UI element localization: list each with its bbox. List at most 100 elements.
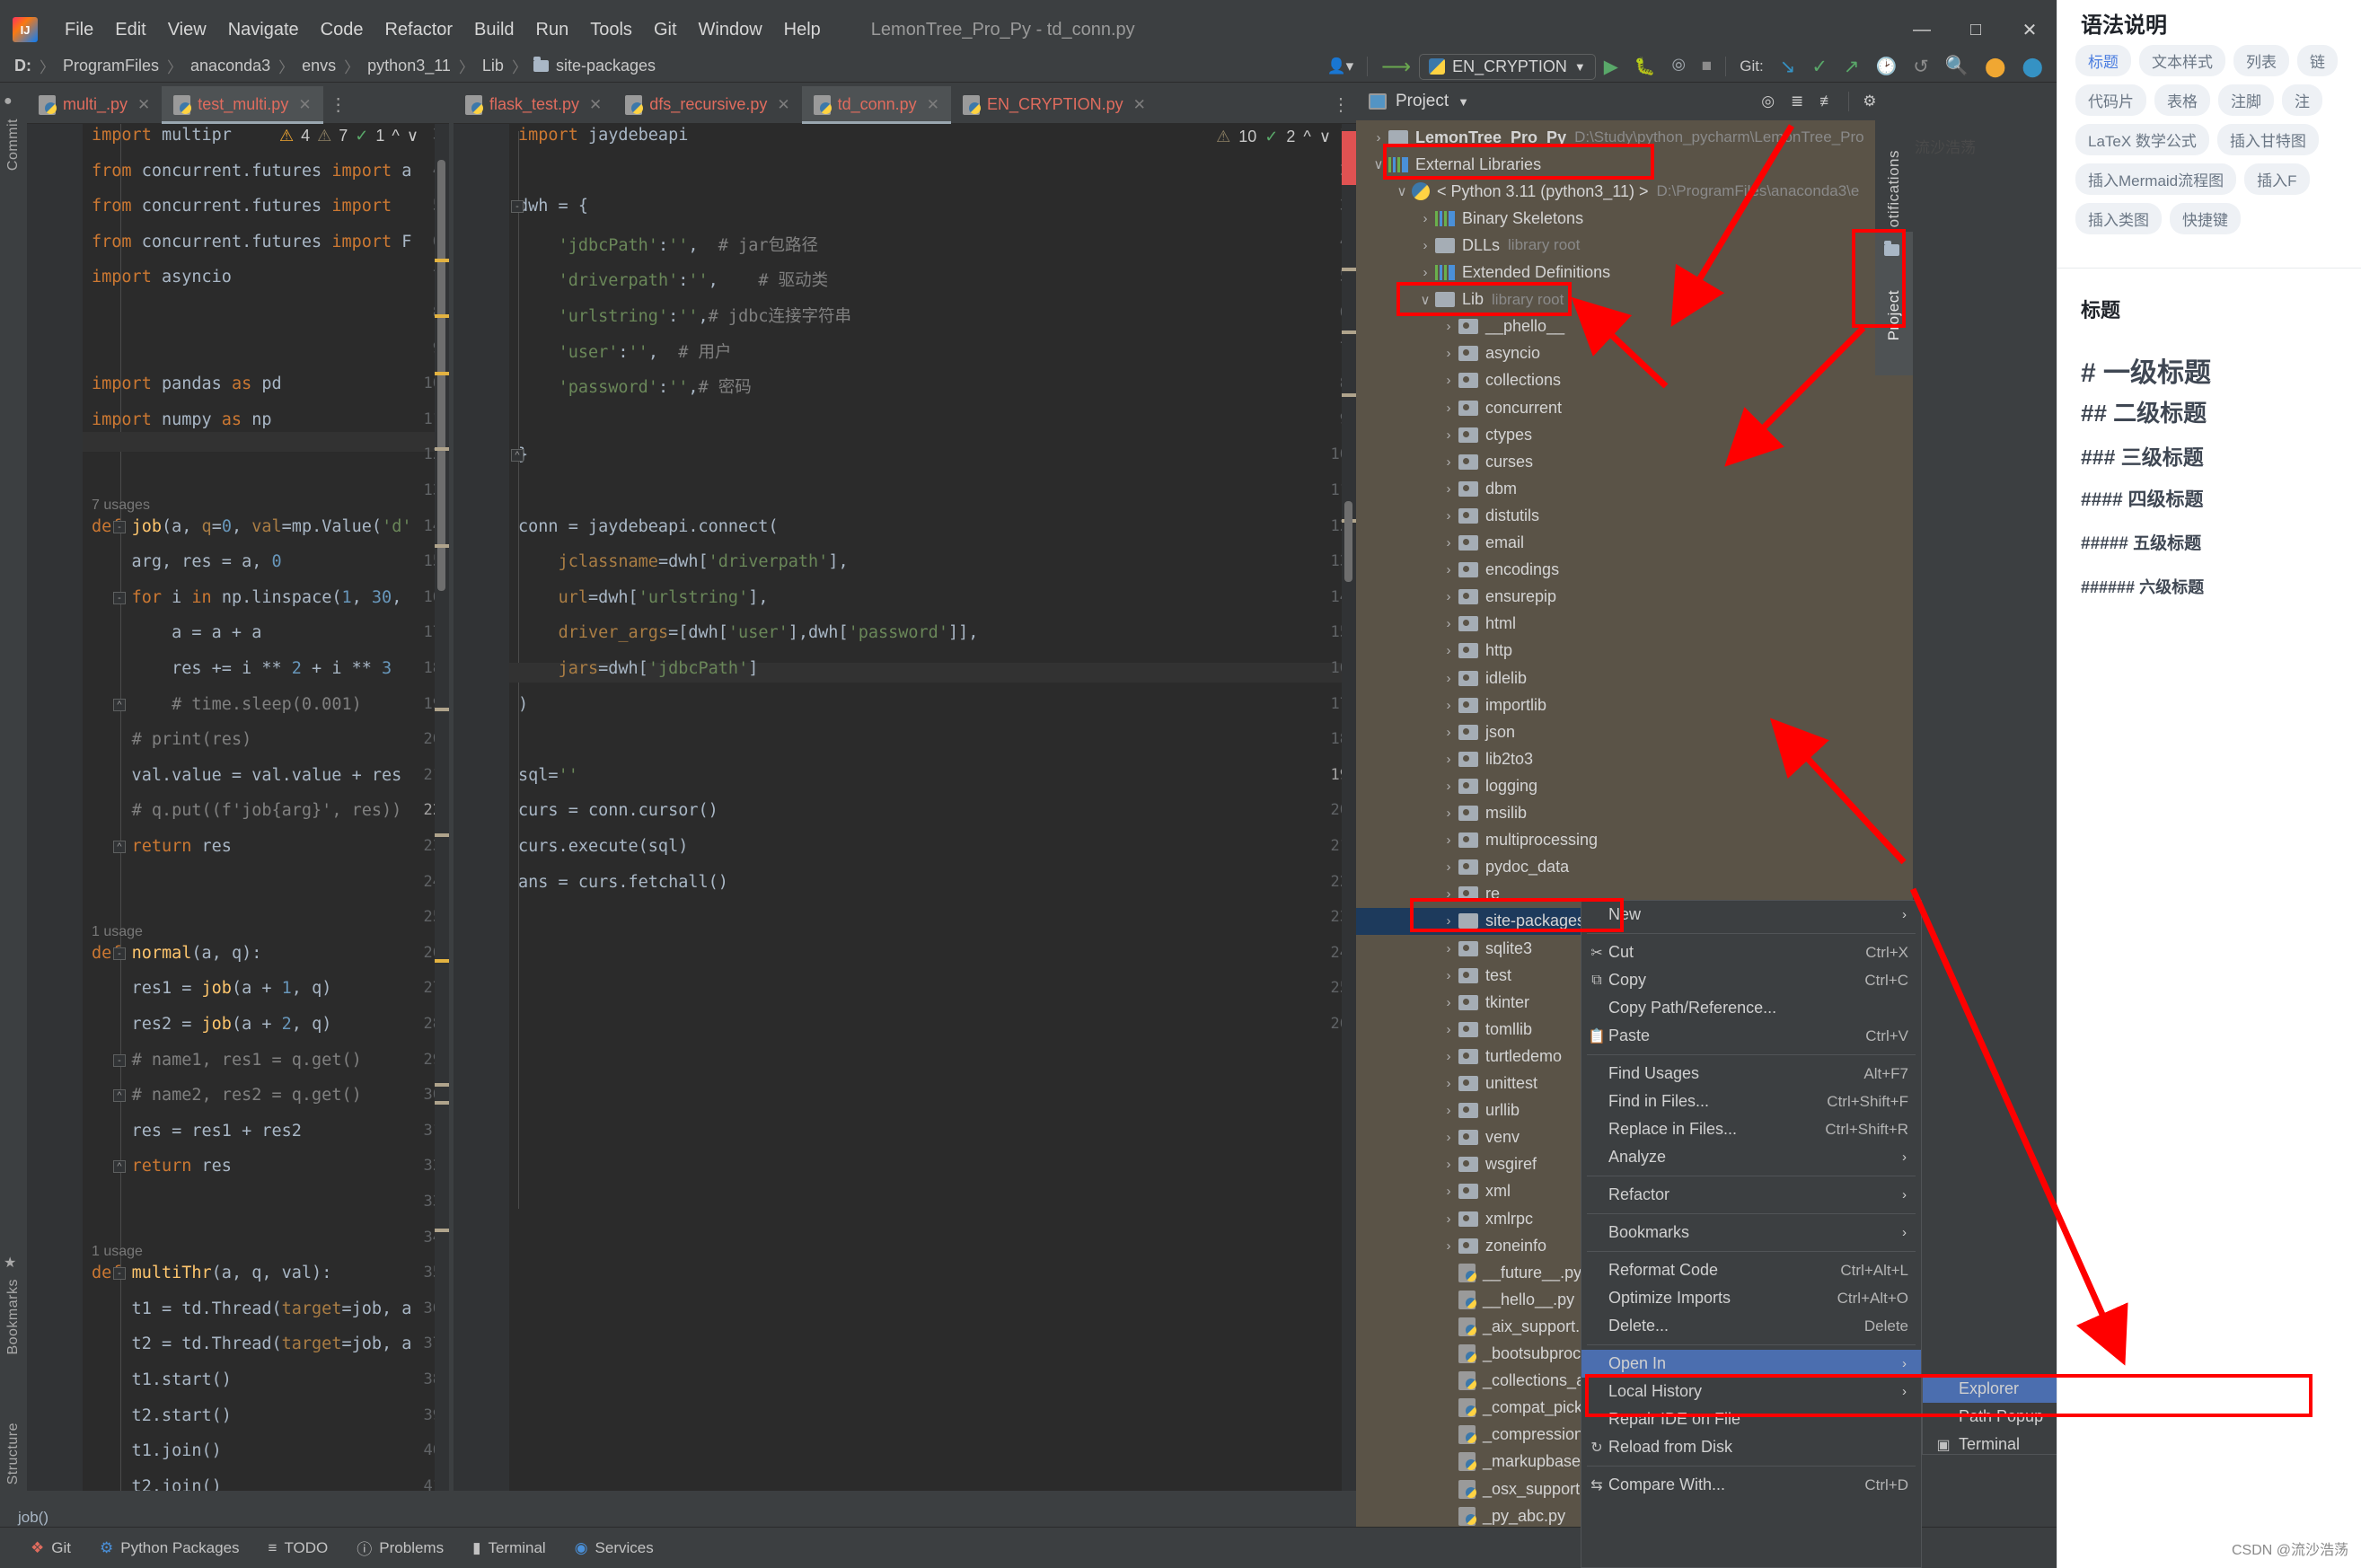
chevron-right-icon[interactable]: › <box>1369 130 1388 145</box>
tree-node-multiprocessing[interactable]: › multiprocessing <box>1356 827 1913 854</box>
chevron-right-icon[interactable]: › <box>1439 752 1458 767</box>
chevron-right-icon[interactable]: › <box>1439 968 1458 983</box>
search-icon[interactable]: 🔍 <box>1937 50 1977 83</box>
context-menu-item-new[interactable]: New › <box>1581 901 1921 929</box>
code-line[interactable]: def job(a, q=0, val=mp.Value('d' <box>92 517 411 536</box>
tab-en-cryption-py[interactable]: EN_CRYPTION.py ✕ <box>951 86 1158 123</box>
doc-chip-标题[interactable]: 标题 <box>2075 45 2131 76</box>
editor-left-marker-bar[interactable] <box>435 124 449 1491</box>
code-fold-icon[interactable]: ^ <box>113 698 126 711</box>
context-menu-item-bookmarks[interactable]: Bookmarks › <box>1581 1219 1921 1246</box>
editor-right-marker-bar[interactable] <box>1342 124 1356 1491</box>
close-icon[interactable]: ✕ <box>777 96 789 114</box>
close-icon[interactable]: ✕ <box>137 96 150 114</box>
code-line[interactable]: t2 = td.Thread(target=job, a <box>92 1335 412 1353</box>
chevron-right-icon[interactable]: › <box>1439 1184 1458 1199</box>
next-problem-icon[interactable]: ∨ <box>1319 128 1331 146</box>
chevron-right-icon[interactable]: › <box>1439 481 1458 497</box>
breadcrumb-item-programfiles[interactable]: ProgramFiles <box>61 57 161 75</box>
code-line[interactable]: res2 = job(a + 2, q) <box>92 1015 332 1034</box>
code-line[interactable]: 'jdbcPath':'', # jar包路径 <box>518 233 818 256</box>
code-line[interactable]: jars=dwh['jdbcPath'] <box>518 659 759 678</box>
context-menu-item-paste[interactable]: 📋 Paste Ctrl+V <box>1581 1022 1921 1050</box>
tree-node-phello[interactable]: › __phello__ <box>1356 313 1913 340</box>
chevron-right-icon[interactable]: › <box>1439 535 1458 551</box>
code-line[interactable]: a = a + a <box>92 623 261 642</box>
locate-icon[interactable]: ◎ <box>1753 85 1783 118</box>
chevron-right-icon[interactable]: › <box>1439 941 1458 956</box>
code-fold-icon[interactable]: ^ <box>113 1089 126 1103</box>
chevron-down-icon[interactable]: ▼ <box>1458 95 1469 109</box>
code-fold-icon[interactable]: - <box>113 947 126 960</box>
code-line[interactable]: for i in np.linspace(1, 30, <box>92 588 402 607</box>
notification-badge-icon[interactable]: ⬤ <box>1977 50 2014 83</box>
close-button[interactable]: ✕ <box>2003 7 2057 52</box>
tree-node-encodings[interactable]: › encodings <box>1356 557 1913 584</box>
chevron-right-icon[interactable]: › <box>1439 779 1458 794</box>
context-menu-item-optimize-imports[interactable]: Optimize Imports Ctrl+Alt+O <box>1581 1284 1921 1312</box>
context-menu-item-copy[interactable]: ⧉ Copy Ctrl+C <box>1581 966 1921 994</box>
status-git[interactable]: ❖ Git <box>18 1536 84 1561</box>
tree-node-idlelib[interactable]: › idlelib <box>1356 665 1913 692</box>
chevron-right-icon[interactable]: › <box>1439 1238 1458 1254</box>
code-line[interactable]: from concurrent.futures import <box>92 197 401 216</box>
tab-td-conn-py[interactable]: td_conn.py ✕ <box>801 86 952 124</box>
tree-node-binary-skeletons[interactable]: › Binary Skeletons <box>1356 205 1913 232</box>
avatar-icon[interactable]: ⬤ <box>2013 50 2051 83</box>
code-fold-icon[interactable]: - <box>113 1267 126 1281</box>
status-terminal[interactable]: ▮ Terminal <box>460 1536 559 1561</box>
tree-node-dlls[interactable]: › DLLs library root <box>1356 232 1913 259</box>
breadcrumb-item-python311[interactable]: python3_11 <box>366 57 453 75</box>
doc-chip-插入F[interactable]: 插入F <box>2244 163 2310 195</box>
breadcrumb-item-site-packages[interactable]: site-packages <box>554 57 657 75</box>
tree-node-logging[interactable]: › logging <box>1356 772 1913 799</box>
doc-chip-快捷键[interactable]: 快捷键 <box>2170 203 2241 234</box>
chevron-right-icon[interactable]: › <box>1439 346 1458 361</box>
tree-node-curses[interactable]: › curses <box>1356 448 1913 475</box>
chevron-down-icon[interactable]: ∨ <box>1392 183 1412 199</box>
build-hammer-icon[interactable]: ⟶ <box>1373 50 1419 83</box>
code-fold-icon[interactable]: - <box>113 1053 126 1067</box>
code-line[interactable]: res1 = job(a + 1, q) <box>92 979 332 998</box>
prev-problem-icon[interactable]: ^ <box>392 127 399 145</box>
code-line[interactable]: ) <box>518 695 528 714</box>
code-fold-icon[interactable]: ^ <box>113 1160 126 1174</box>
menu-code[interactable]: Code <box>310 16 374 44</box>
code-line[interactable]: import numpy as np <box>92 410 272 429</box>
minimize-button[interactable]: — <box>1895 7 1949 52</box>
context-menu-item-find-in-files[interactable]: Find in Files... Ctrl+Shift+F <box>1581 1088 1921 1115</box>
code-line[interactable]: 'user':'', # 用户 <box>518 339 732 363</box>
tree-node-ensurepip[interactable]: › ensurepip <box>1356 584 1913 611</box>
chevron-right-icon[interactable]: › <box>1439 319 1458 334</box>
tab-options-icon[interactable]: ⋮ <box>1326 86 1356 123</box>
chevron-right-icon[interactable]: › <box>1439 698 1458 713</box>
doc-chip-注[interactable]: 注 <box>2282 84 2322 116</box>
code-line[interactable]: t2.join() <box>92 1477 222 1491</box>
chevron-right-icon[interactable]: › <box>1439 562 1458 577</box>
code-fold-icon[interactable]: ^ <box>113 841 126 853</box>
chevron-right-icon[interactable]: › <box>1439 1211 1458 1227</box>
tree-node-dbm[interactable]: › dbm <box>1356 475 1913 502</box>
code-line[interactable]: t1 = td.Thread(target=job, a <box>92 1299 412 1318</box>
menu-run[interactable]: Run <box>525 16 580 44</box>
code-line[interactable]: # name1, res1 = q.get() <box>92 1051 362 1070</box>
menu-tools[interactable]: Tools <box>579 16 643 44</box>
rollback-icon[interactable]: ↺ <box>1905 50 1937 83</box>
context-menu-item-delete[interactable]: Delete... Delete <box>1581 1312 1921 1340</box>
code-line[interactable]: # time.sleep(0.001) <box>92 695 362 714</box>
breadcrumb-item-anaconda3[interactable]: anaconda3 <box>189 57 272 75</box>
context-menu-item-analyze[interactable]: Analyze › <box>1581 1143 1921 1171</box>
editor-right-scrollbar-thumb[interactable] <box>1344 501 1352 582</box>
collapse-all-icon[interactable]: ≢ <box>1811 85 1843 118</box>
editor-left-scrollbar-thumb[interactable] <box>437 160 445 591</box>
menu-refactor[interactable]: Refactor <box>374 16 463 44</box>
commit-tool-strip[interactable]: ● Commit <box>0 86 27 356</box>
menu-file[interactable]: File <box>54 16 104 44</box>
tree-node-python-3-11-python3-11[interactable]: ∨ < Python 3.11 (python3_11) > D:\ProgramF… <box>1356 178 1913 205</box>
next-problem-icon[interactable]: ∨ <box>407 127 418 145</box>
inspection-widget[interactable]: ⚠ 4 ⚠ 7 ✓ 1 ^ ∨ <box>275 126 422 146</box>
menu-edit[interactable]: Edit <box>104 16 156 44</box>
chevron-right-icon[interactable]: › <box>1439 1103 1458 1118</box>
code-line[interactable]: url=dwh['urlstring'], <box>518 588 769 607</box>
tree-node-asyncio[interactable]: › asyncio <box>1356 340 1913 367</box>
